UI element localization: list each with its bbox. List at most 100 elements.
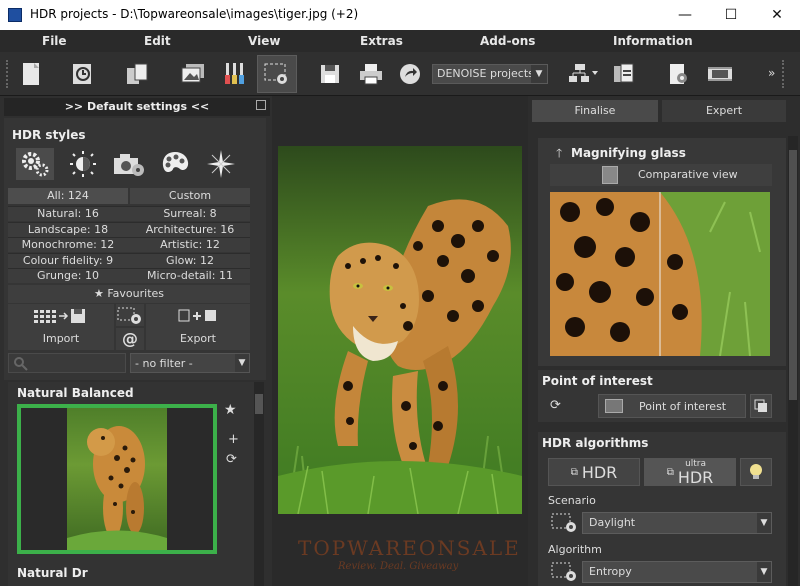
close-button[interactable]: ✕ bbox=[754, 0, 800, 30]
minimize-button[interactable]: — bbox=[662, 0, 708, 30]
category-colour-fidelity[interactable]: Colour fidelity: 9 bbox=[8, 253, 128, 268]
ultra-hdr-mode-button[interactable]: ⧉ ultra HDR bbox=[644, 458, 736, 486]
menu-edit[interactable]: Edit bbox=[144, 34, 171, 48]
poi-copy-button[interactable] bbox=[750, 394, 772, 418]
menu-addons[interactable]: Add-ons bbox=[480, 34, 535, 48]
favourites-label: Favourites bbox=[107, 287, 165, 300]
import-button[interactable]: Import bbox=[8, 304, 114, 350]
batch-import-button[interactable] bbox=[116, 304, 144, 326]
poi-frame-icon bbox=[605, 399, 623, 413]
share-arrow-icon bbox=[400, 64, 420, 84]
default-settings-header[interactable]: >> Default settings << bbox=[4, 98, 270, 116]
share-button[interactable] bbox=[393, 58, 427, 90]
filter-select[interactable]: - no filter - ▼ bbox=[130, 353, 250, 373]
main-photo[interactable] bbox=[278, 146, 522, 514]
algorithm-value: Entropy bbox=[589, 565, 632, 578]
magnifier-preview[interactable] bbox=[550, 192, 770, 356]
scenario-select[interactable]: Daylight ▼ bbox=[582, 512, 772, 534]
document-settings-button[interactable] bbox=[662, 58, 696, 90]
leopard-thumbnail bbox=[67, 426, 167, 550]
palette-icon bbox=[162, 152, 189, 173]
undock-icon[interactable] bbox=[256, 100, 266, 110]
category-micro-detail[interactable]: Micro-detail: 11 bbox=[130, 268, 250, 283]
category-landscape[interactable]: Landscape: 18 bbox=[8, 222, 128, 237]
menu-extras[interactable]: Extras bbox=[360, 34, 403, 48]
right-panel-scrollbar[interactable] bbox=[788, 136, 798, 586]
style-artistic-button[interactable] bbox=[156, 148, 194, 180]
brushes-button[interactable] bbox=[218, 58, 252, 90]
comparative-view-label: Comparative view bbox=[638, 168, 738, 181]
chevron-down-icon: ▼ bbox=[531, 65, 547, 83]
point-of-interest-button[interactable]: Point of interest bbox=[598, 394, 746, 418]
category-natural[interactable]: Natural: 16 bbox=[8, 206, 128, 221]
copy-button[interactable] bbox=[120, 58, 154, 90]
toolbar-overflow[interactable]: » bbox=[768, 66, 775, 80]
magnified-leopard bbox=[550, 192, 770, 356]
gallery-button[interactable] bbox=[176, 58, 210, 90]
add-icon[interactable]: + bbox=[228, 432, 239, 447]
import-grid-icon bbox=[34, 309, 85, 323]
scrollbar-thumb[interactable] bbox=[255, 394, 263, 414]
category-glow[interactable]: Glow: 12 bbox=[130, 253, 250, 268]
category-surreal[interactable]: Surreal: 8 bbox=[130, 206, 250, 221]
tab-finalise[interactable]: Finalise bbox=[532, 100, 658, 122]
chevron-down-icon: ▼ bbox=[235, 354, 249, 372]
category-monochrome[interactable]: Monochrome: 12 bbox=[8, 237, 128, 252]
favourites-button[interactable]: ★ Favourites bbox=[8, 285, 250, 303]
toolbar-grip-right bbox=[782, 60, 786, 88]
presets-scrollbar[interactable] bbox=[254, 382, 264, 586]
arrow-up-icon[interactable]: 🡑 bbox=[556, 144, 562, 165]
menu-file[interactable]: File bbox=[42, 34, 67, 48]
save-button[interactable] bbox=[313, 58, 347, 90]
copy-icon bbox=[127, 63, 148, 84]
tab-all-styles[interactable]: All: 124 bbox=[8, 188, 128, 204]
style-all-button[interactable] bbox=[16, 148, 54, 180]
comparative-view-toggle[interactable]: Comparative view bbox=[550, 164, 772, 186]
poi-title: Point of interest bbox=[542, 374, 653, 388]
camera-gear-icon bbox=[114, 154, 144, 176]
scrollbar-thumb[interactable] bbox=[789, 150, 797, 400]
category-architecture[interactable]: Architecture: 16 bbox=[130, 222, 250, 237]
hdr-mode-button[interactable]: ⧉ HDR bbox=[548, 458, 640, 486]
style-camera-button[interactable] bbox=[110, 148, 148, 180]
printer-icon bbox=[360, 64, 382, 85]
email-button[interactable]: @ bbox=[116, 328, 144, 350]
batch-settings-button[interactable] bbox=[257, 55, 297, 93]
scenario-label: Scenario bbox=[548, 494, 596, 507]
style-contrast-button[interactable] bbox=[64, 148, 102, 180]
grid-gear-icon bbox=[264, 63, 287, 84]
refresh-icon[interactable]: ⟳ bbox=[226, 452, 237, 467]
favourite-star-icon[interactable]: ★ bbox=[224, 402, 237, 418]
menu-view[interactable]: View bbox=[248, 34, 280, 48]
leopard-photo bbox=[278, 146, 522, 514]
print-button[interactable] bbox=[354, 58, 388, 90]
algorithms-title: HDR algorithms bbox=[542, 436, 649, 450]
project-select[interactable]: DENOISE projects 2 ▼ bbox=[432, 64, 548, 84]
algorithm-settings-button[interactable] bbox=[550, 561, 578, 586]
category-artistic[interactable]: Artistic: 12 bbox=[130, 237, 250, 252]
refresh-icon[interactable]: ⟳ bbox=[550, 398, 561, 413]
scenario-settings-button[interactable] bbox=[550, 512, 578, 537]
preset-thumbnail-selected[interactable] bbox=[17, 404, 217, 554]
history-button[interactable] bbox=[66, 58, 100, 90]
search-input[interactable] bbox=[8, 353, 126, 373]
menu-information[interactable]: Information bbox=[613, 34, 693, 48]
new-project-button[interactable] bbox=[14, 58, 48, 90]
filmstrip-button[interactable] bbox=[703, 58, 737, 90]
hdr-stack-icon: ⧉ bbox=[666, 466, 674, 478]
tab-custom-styles[interactable]: Custom bbox=[130, 188, 250, 204]
export-button[interactable]: Export bbox=[146, 304, 250, 350]
category-grunge[interactable]: Grunge: 10 bbox=[8, 268, 128, 283]
left-panel: >> Default settings << HDR styles All: 1… bbox=[0, 96, 272, 586]
algorithm-label: Algorithm bbox=[548, 543, 602, 556]
style-glow-button[interactable] bbox=[202, 148, 240, 180]
maximize-button[interactable]: ☐ bbox=[708, 0, 754, 30]
gears-icon bbox=[22, 152, 49, 177]
watermark-subtitle: Review. Deal. Giveaway bbox=[338, 561, 459, 572]
window-title: HDR projects - D:\Topwareonsale\images\t… bbox=[30, 7, 359, 21]
export-menu-button[interactable] bbox=[563, 58, 603, 90]
tips-button[interactable] bbox=[740, 458, 772, 486]
batch-button[interactable] bbox=[607, 58, 641, 90]
tab-expert[interactable]: Expert bbox=[662, 100, 786, 122]
algorithm-select[interactable]: Entropy ▼ bbox=[582, 561, 772, 583]
